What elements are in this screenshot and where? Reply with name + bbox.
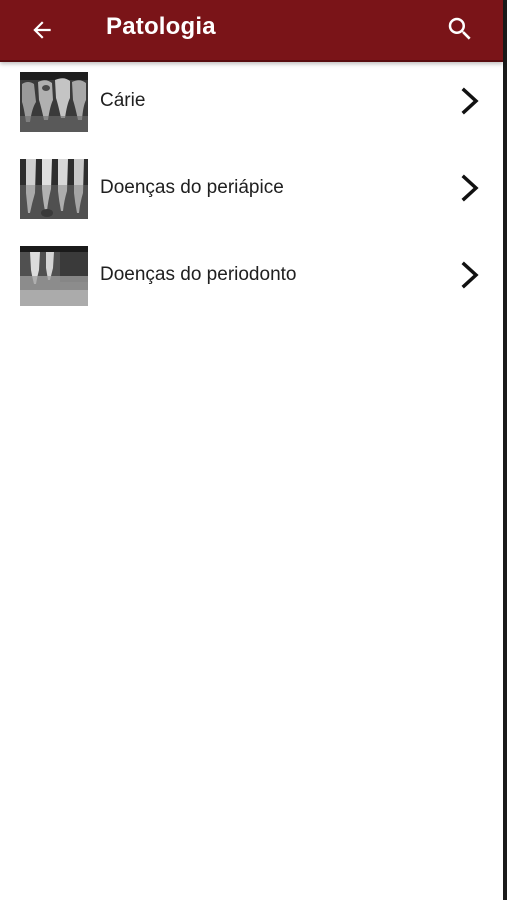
list-item-carie[interactable]: Cárie (0, 62, 503, 149)
list-item-periodonto[interactable]: Doenças do periodonto (0, 236, 503, 323)
search-button[interactable] (440, 9, 480, 49)
list-item-label: Cárie (100, 90, 146, 111)
arrow-left-icon (33, 21, 51, 39)
chevron-right-icon (456, 173, 484, 203)
chevron-right-icon (456, 260, 484, 290)
list-item-periapice[interactable]: Doenças do periápice (0, 149, 503, 236)
xray-caries-thumbnail (20, 72, 88, 132)
xray-periapex-thumbnail (20, 159, 88, 219)
back-button[interactable] (22, 10, 62, 50)
list-item-label: Doenças do periodonto (100, 264, 297, 285)
app-screen: Patologia Cárie Doenças do periápice Doe… (0, 0, 507, 900)
page-title: Patologia (106, 13, 216, 40)
list-item-label: Doenças do periápice (100, 177, 284, 198)
app-bar: Patologia (0, 0, 503, 62)
chevron-right-icon (456, 86, 484, 116)
pathology-list: Cárie Doenças do periápice Doenças do pe… (0, 62, 503, 323)
xray-periodontium-thumbnail (20, 246, 88, 306)
search-icon (448, 17, 471, 40)
